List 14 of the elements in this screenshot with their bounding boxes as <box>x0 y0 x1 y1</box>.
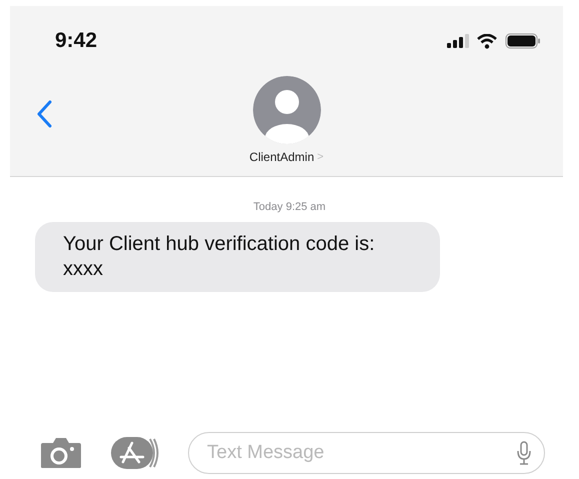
app-store-icon[interactable] <box>110 436 160 470</box>
message-bubble: Your Client hub verification code is: xxxx <box>35 222 440 292</box>
back-icon <box>36 100 52 128</box>
microphone-icon[interactable] <box>517 441 531 465</box>
battery-icon <box>505 33 541 49</box>
camera-icon[interactable] <box>40 437 82 469</box>
avatar-icon[interactable] <box>252 76 320 144</box>
text-message-field[interactable]: Text Message <box>188 432 545 474</box>
chevron-icon: > <box>317 148 324 166</box>
contact-name[interactable]: ClientAdmin <box>249 148 314 166</box>
signal-icon <box>447 34 469 48</box>
wifi-icon <box>477 34 497 48</box>
message-timestamp: Today 9:25 am <box>252 200 327 215</box>
status-time: 9:42 <box>55 28 98 54</box>
